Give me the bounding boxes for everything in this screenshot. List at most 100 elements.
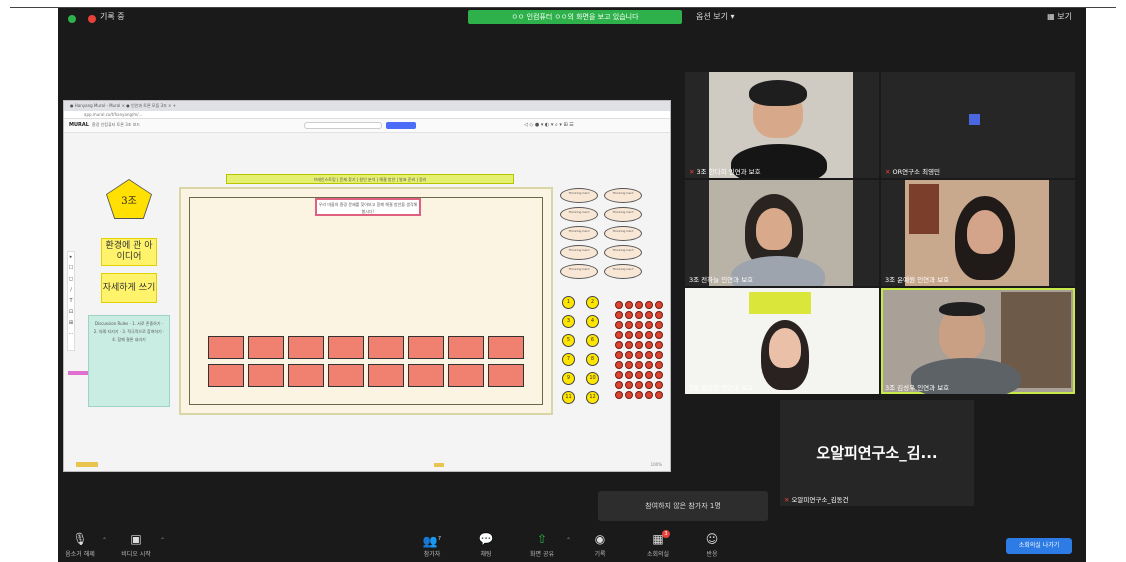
yellow-token[interactable]: 3 — [562, 315, 575, 328]
red-dot-sticker[interactable] — [625, 321, 633, 329]
idea-card[interactable] — [248, 336, 284, 359]
browser-tab-strip[interactable]: ● Hanyang Mural - Mural × ● 인안과 토론 모둠 3조… — [64, 101, 670, 111]
participant-tile-7[interactable]: 오알피연구소_김... ✕ 오알피연구소_김동건 — [780, 400, 974, 506]
red-dot-sticker[interactable] — [635, 321, 643, 329]
thinking-card[interactable]: Thinking Card — [560, 264, 598, 279]
red-dot-sticker[interactable] — [655, 381, 663, 389]
idea-card[interactable] — [328, 336, 364, 359]
thinking-card[interactable]: Thinking Card — [604, 264, 642, 279]
yellow-token[interactable]: 12 — [586, 391, 599, 404]
red-dot-sticker[interactable] — [615, 391, 623, 399]
idea-card[interactable] — [408, 336, 444, 359]
red-dot-sticker[interactable] — [635, 391, 643, 399]
red-dot-sticker[interactable] — [615, 371, 623, 379]
red-dot-sticker[interactable] — [655, 341, 663, 349]
mural-share-button[interactable] — [386, 122, 416, 129]
participant-tile-1[interactable]: ✕ 3조 한다희 인연과 보호 — [685, 72, 879, 178]
idea-card[interactable] — [288, 364, 324, 387]
group-pentagon[interactable]: 3조 — [107, 180, 151, 218]
red-dot-sticker[interactable] — [635, 351, 643, 359]
red-dot-sticker[interactable] — [635, 311, 643, 319]
reactions-button[interactable]: ☺ 반응 — [690, 532, 734, 558]
red-dot-sticker[interactable] — [635, 361, 643, 369]
thinking-card[interactable]: Thinking Card — [560, 245, 598, 260]
zoom-level[interactable]: 100% — [651, 462, 662, 467]
mural-search-input[interactable] — [304, 122, 382, 129]
security-shield-icon[interactable] — [68, 15, 76, 23]
audio-options-chevron-icon[interactable]: ⌃ — [102, 537, 107, 544]
idea-card[interactable] — [208, 336, 244, 359]
yellow-token[interactable]: 1 — [562, 296, 575, 309]
recording-label[interactable]: 기록 중 — [100, 11, 125, 22]
red-dot-sticker[interactable] — [615, 301, 623, 309]
red-dot-sticker[interactable] — [645, 371, 653, 379]
thinking-card[interactable]: Thinking Card — [560, 188, 598, 203]
red-dot-sticker[interactable] — [615, 341, 623, 349]
idea-card[interactable] — [368, 336, 404, 359]
red-dot-sticker[interactable] — [625, 381, 633, 389]
thinking-card[interactable]: Thinking Card — [604, 245, 642, 260]
mural-tool-icons[interactable]: ◁ ◇ ● ▾ ◐ ▾ ⌕ ▾ ⊞ ☰ — [524, 122, 574, 128]
idea-card[interactable] — [248, 364, 284, 387]
red-dot-sticker[interactable] — [615, 361, 623, 369]
start-video-button[interactable]: ▣ 비디오 시작 — [114, 532, 158, 558]
thinking-card[interactable]: Thinking Card — [560, 207, 598, 222]
discussion-rules-note[interactable]: Discussion Rules · 1. 서로 존중하기 · 2. 차례 지키… — [88, 315, 170, 407]
unmute-button[interactable]: 🎙 음소거 해제 — [58, 532, 102, 558]
thinking-card[interactable]: Thinking Card — [560, 226, 598, 241]
red-dot-sticker[interactable] — [645, 311, 653, 319]
idea-card[interactable] — [368, 364, 404, 387]
non-participant-notice[interactable]: 참여하지 않은 참가자 1명 — [598, 491, 768, 521]
red-dot-sticker[interactable] — [645, 351, 653, 359]
participant-tile-3[interactable]: 3조 전하늘 인연과 보호 — [685, 180, 879, 286]
shared-screen[interactable]: ● Hanyang Mural - Mural × ● 인안과 토론 모둠 3조… — [63, 100, 671, 472]
red-dot-sticker[interactable] — [645, 301, 653, 309]
yellow-token[interactable]: 6 — [586, 334, 599, 347]
participant-tile-5[interactable]: 3조 김정희 인연과 보호 — [685, 288, 879, 394]
red-dot-sticker[interactable] — [645, 381, 653, 389]
record-button[interactable]: ◉ 기록 — [578, 532, 622, 558]
red-dot-sticker[interactable] — [625, 331, 633, 339]
red-dot-sticker[interactable] — [655, 351, 663, 359]
red-dot-sticker[interactable] — [645, 341, 653, 349]
participant-tile-6-active-speaker[interactable]: 3조 김성우 인연과 보호 — [881, 288, 1075, 394]
red-dot-sticker[interactable] — [655, 391, 663, 399]
red-dot-sticker[interactable] — [625, 391, 633, 399]
red-dot-sticker[interactable] — [625, 371, 633, 379]
red-dot-sticker[interactable] — [615, 381, 623, 389]
red-dot-sticker[interactable] — [625, 341, 633, 349]
red-dot-sticker[interactable] — [635, 381, 643, 389]
share-screen-button[interactable]: ⇧ 화면 공유 — [520, 532, 564, 558]
idea-card[interactable] — [448, 364, 484, 387]
mural-side-toolbar[interactable]: ▸ ☐ ◻ ∕ T ⊡ ⊞ ⋯ — [67, 251, 75, 351]
red-dot-sticker[interactable] — [635, 331, 643, 339]
yellow-token[interactable]: 11 — [562, 391, 575, 404]
red-dot-sticker[interactable] — [655, 371, 663, 379]
sticky-note-idea[interactable]: 환경에 관 아이디어 — [101, 238, 157, 266]
share-options-chevron-icon[interactable]: ⌃ — [566, 537, 571, 544]
idea-card[interactable] — [288, 336, 324, 359]
yellow-token[interactable]: 8 — [586, 353, 599, 366]
view-options-button[interactable]: 옵션 보기 ▾ — [696, 11, 735, 22]
board-title-ribbon[interactable]: 우리 마을의 환경 문제를 찾아보고 함께 해결 방안을 생각해 봅시다! — [315, 198, 421, 216]
thinking-card[interactable]: Thinking Card — [604, 226, 642, 241]
leave-breakout-room-button[interactable]: 소회의실 나가기 — [1006, 538, 1072, 554]
video-options-chevron-icon[interactable]: ⌃ — [160, 537, 165, 544]
idea-card[interactable] — [488, 336, 524, 359]
main-board[interactable]: 우리 마을의 환경 문제를 찾아보고 함께 해결 방안을 생각해 봅시다! — [179, 187, 553, 415]
red-dot-sticker[interactable] — [645, 391, 653, 399]
red-dot-sticker[interactable] — [655, 311, 663, 319]
view-button[interactable]: ▦ 보기 — [1047, 11, 1072, 22]
chat-button[interactable]: 💬 채팅 — [464, 532, 508, 558]
yellow-token[interactable]: 4 — [586, 315, 599, 328]
red-dot-sticker[interactable] — [645, 361, 653, 369]
yellow-token[interactable]: 7 — [562, 353, 575, 366]
red-dot-sticker[interactable] — [615, 351, 623, 359]
idea-card[interactable] — [328, 364, 364, 387]
red-dot-sticker[interactable] — [615, 311, 623, 319]
red-dot-sticker[interactable] — [625, 311, 633, 319]
red-dot-sticker[interactable] — [625, 301, 633, 309]
participant-tile-4[interactable]: 3조 윤예원 인연과 보호 — [881, 180, 1075, 286]
red-dot-sticker[interactable] — [635, 301, 643, 309]
idea-card[interactable] — [488, 364, 524, 387]
